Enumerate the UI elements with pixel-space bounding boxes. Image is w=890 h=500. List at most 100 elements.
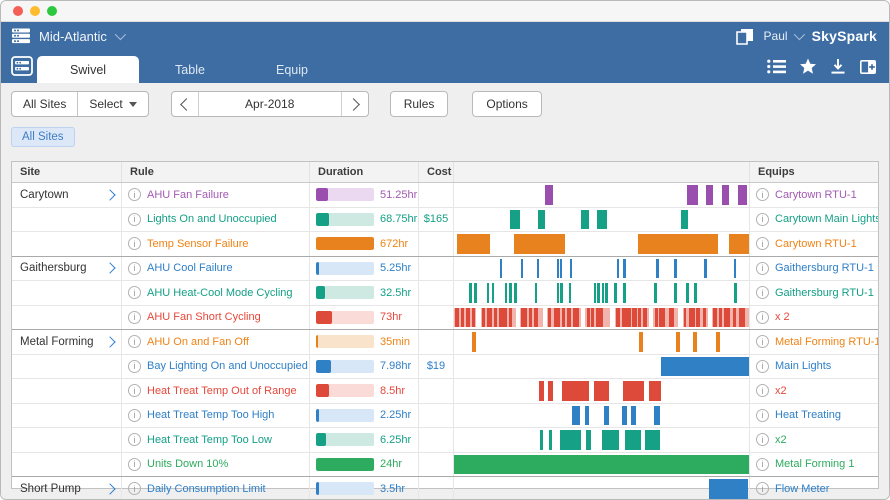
rule-link[interactable]: Heat Treat Temp Too High: [147, 409, 274, 421]
equip-info-icon[interactable]: i: [756, 433, 769, 446]
project-chevron-down-icon[interactable]: [115, 29, 126, 40]
rule-link[interactable]: Lights On and Unoccupied: [147, 213, 277, 225]
equip-info-icon[interactable]: i: [756, 335, 769, 348]
table-row[interactable]: iTemp Sensor Failure672hriCarytown RTU-1: [12, 231, 878, 256]
rule-info-icon[interactable]: i: [128, 311, 141, 324]
rule-info-icon[interactable]: i: [128, 409, 141, 422]
rule-info-icon[interactable]: i: [128, 384, 141, 397]
rules-button[interactable]: Rules: [390, 91, 449, 117]
equip-info-icon[interactable]: i: [756, 237, 769, 250]
rule-info-icon[interactable]: i: [128, 237, 141, 250]
project-menu-icon[interactable]: [11, 28, 31, 44]
equip-link[interactable]: Carytown RTU-1: [775, 189, 857, 201]
rule-info-icon[interactable]: i: [128, 458, 141, 471]
equip-link[interactable]: Carytown Main Lights: [775, 213, 878, 225]
rule-info-icon[interactable]: i: [128, 482, 141, 495]
tab-equip[interactable]: Equip: [241, 56, 343, 83]
favorite-star-icon[interactable]: [799, 58, 817, 75]
date-range-field[interactable]: Apr-2018: [198, 92, 342, 116]
rule-info-icon[interactable]: i: [128, 360, 141, 373]
site-expand-chevron-icon[interactable]: [104, 263, 115, 274]
zoom-window-button[interactable]: [47, 6, 57, 16]
rule-info-icon[interactable]: i: [128, 213, 141, 226]
rule-link[interactable]: Units Down 10%: [147, 458, 228, 470]
table-row[interactable]: iHeat Treat Temp Too High2.25hriHeat Tre…: [12, 403, 878, 428]
column-header-equips[interactable]: Equips: [750, 162, 878, 182]
tab-swivel[interactable]: Swivel: [37, 56, 139, 83]
equip-link[interactable]: Metal Forming RTU-1: [775, 336, 878, 348]
close-window-button[interactable]: [13, 6, 23, 16]
rule-info-icon[interactable]: i: [128, 188, 141, 201]
rule-info-icon[interactable]: i: [128, 335, 141, 348]
rule-link[interactable]: Heat Treat Temp Too Low: [147, 434, 272, 446]
prev-period-button[interactable]: [172, 92, 198, 116]
rule-link[interactable]: Heat Treat Temp Out of Range: [147, 385, 297, 397]
column-header-rule[interactable]: Rule: [122, 162, 310, 182]
equip-link[interactable]: Heat Treating: [775, 409, 841, 421]
project-name[interactable]: Mid-Atlantic: [39, 29, 107, 44]
rule-link[interactable]: AHU Fan Short Cycling: [147, 311, 261, 323]
equip-link[interactable]: Carytown RTU-1: [775, 238, 857, 250]
tab-table[interactable]: Table: [139, 56, 241, 83]
rule-link[interactable]: AHU Fan Failure: [147, 189, 229, 201]
equip-info-icon[interactable]: i: [756, 482, 769, 495]
timeline-segment: [587, 308, 590, 328]
equip-info-icon[interactable]: i: [756, 384, 769, 397]
equip-info-icon[interactable]: i: [756, 262, 769, 275]
equip-link[interactable]: x2: [775, 434, 787, 446]
column-header-cost[interactable]: Cost: [419, 162, 454, 182]
site-expand-chevron-icon[interactable]: [104, 483, 115, 494]
rule-link[interactable]: Temp Sensor Failure: [147, 238, 249, 250]
site-expand-chevron-icon[interactable]: [104, 336, 115, 347]
equip-info-icon[interactable]: i: [756, 360, 769, 373]
column-header-duration[interactable]: Duration: [310, 162, 419, 182]
table-row[interactable]: iLights On and Unoccupied68.75hr$165iCar…: [12, 207, 878, 232]
rule-info-icon[interactable]: i: [128, 262, 141, 275]
table-row[interactable]: iBay Lighting On and Unoccupied7.98hr$19…: [12, 354, 878, 379]
rule-link[interactable]: Bay Lighting On and Unoccupied: [147, 360, 308, 372]
options-button[interactable]: Options: [472, 91, 541, 117]
rule-info-icon[interactable]: i: [128, 433, 141, 446]
equip-info-icon[interactable]: i: [756, 409, 769, 422]
table-row[interactable]: iHeat Treat Temp Too Low6.25hrix2: [12, 427, 878, 452]
equip-link[interactable]: Main Lights: [775, 360, 831, 372]
equip-info-icon[interactable]: i: [756, 188, 769, 201]
equip-info-icon[interactable]: i: [756, 213, 769, 226]
rule-link[interactable]: AHU Heat-Cool Mode Cycling: [147, 287, 293, 299]
rule-link[interactable]: Daily Consumption Limit: [147, 483, 266, 495]
duplicate-view-icon[interactable]: [736, 28, 754, 45]
equip-info-icon[interactable]: i: [756, 311, 769, 324]
rule-link[interactable]: AHU On and Fan Off: [147, 336, 249, 348]
table-row[interactable]: CarytowniAHU Fan Failure51.25hriCarytown…: [12, 183, 878, 207]
download-icon[interactable]: [830, 58, 846, 75]
equip-link[interactable]: Metal Forming 1: [775, 458, 854, 470]
rule-cell: i AHU On and Fan Off: [122, 330, 310, 354]
equip-link[interactable]: Gaithersburg RTU-1: [775, 262, 874, 274]
table-row[interactable]: Short PumpiDaily Consumption Limit3.5hri…: [12, 476, 878, 500]
new-window-icon[interactable]: [859, 59, 877, 75]
table-row[interactable]: iAHU Fan Short Cycling73hrix 2: [12, 305, 878, 330]
site-expand-chevron-icon[interactable]: [104, 189, 115, 200]
minimize-window-button[interactable]: [30, 6, 40, 16]
column-header-site[interactable]: Site: [12, 162, 122, 182]
rule-info-icon[interactable]: i: [128, 286, 141, 299]
table-row[interactable]: iUnits Down 10%24hriMetal Forming 1: [12, 452, 878, 477]
equip-link[interactable]: Gaithersburg RTU-1: [775, 287, 874, 299]
table-row[interactable]: Metal FormingiAHU On and Fan Off35miniMe…: [12, 329, 878, 354]
user-menu[interactable]: Paul: [764, 29, 802, 43]
table-row[interactable]: iAHU Heat-Cool Mode Cycling32.5hriGaithe…: [12, 280, 878, 305]
equip-info-icon[interactable]: i: [756, 286, 769, 299]
equip-info-icon[interactable]: i: [756, 458, 769, 471]
select-dropdown-button[interactable]: Select: [77, 92, 147, 116]
rule-link[interactable]: AHU Cool Failure: [147, 262, 233, 274]
table-row[interactable]: GaithersburgiAHU Cool Failure5.25hriGait…: [12, 256, 878, 281]
all-sites-filter-chip[interactable]: All Sites: [11, 127, 75, 147]
equip-link[interactable]: Flow Meter: [775, 483, 829, 495]
next-period-button[interactable]: [342, 92, 368, 116]
table-row[interactable]: iHeat Treat Temp Out of Range8.5hrix2: [12, 378, 878, 403]
list-view-icon[interactable]: [767, 59, 786, 74]
equip-link[interactable]: x 2: [775, 311, 790, 323]
app-nav-icon[interactable]: [11, 56, 33, 76]
equip-link[interactable]: x2: [775, 385, 787, 397]
all-sites-button[interactable]: All Sites: [12, 92, 77, 116]
